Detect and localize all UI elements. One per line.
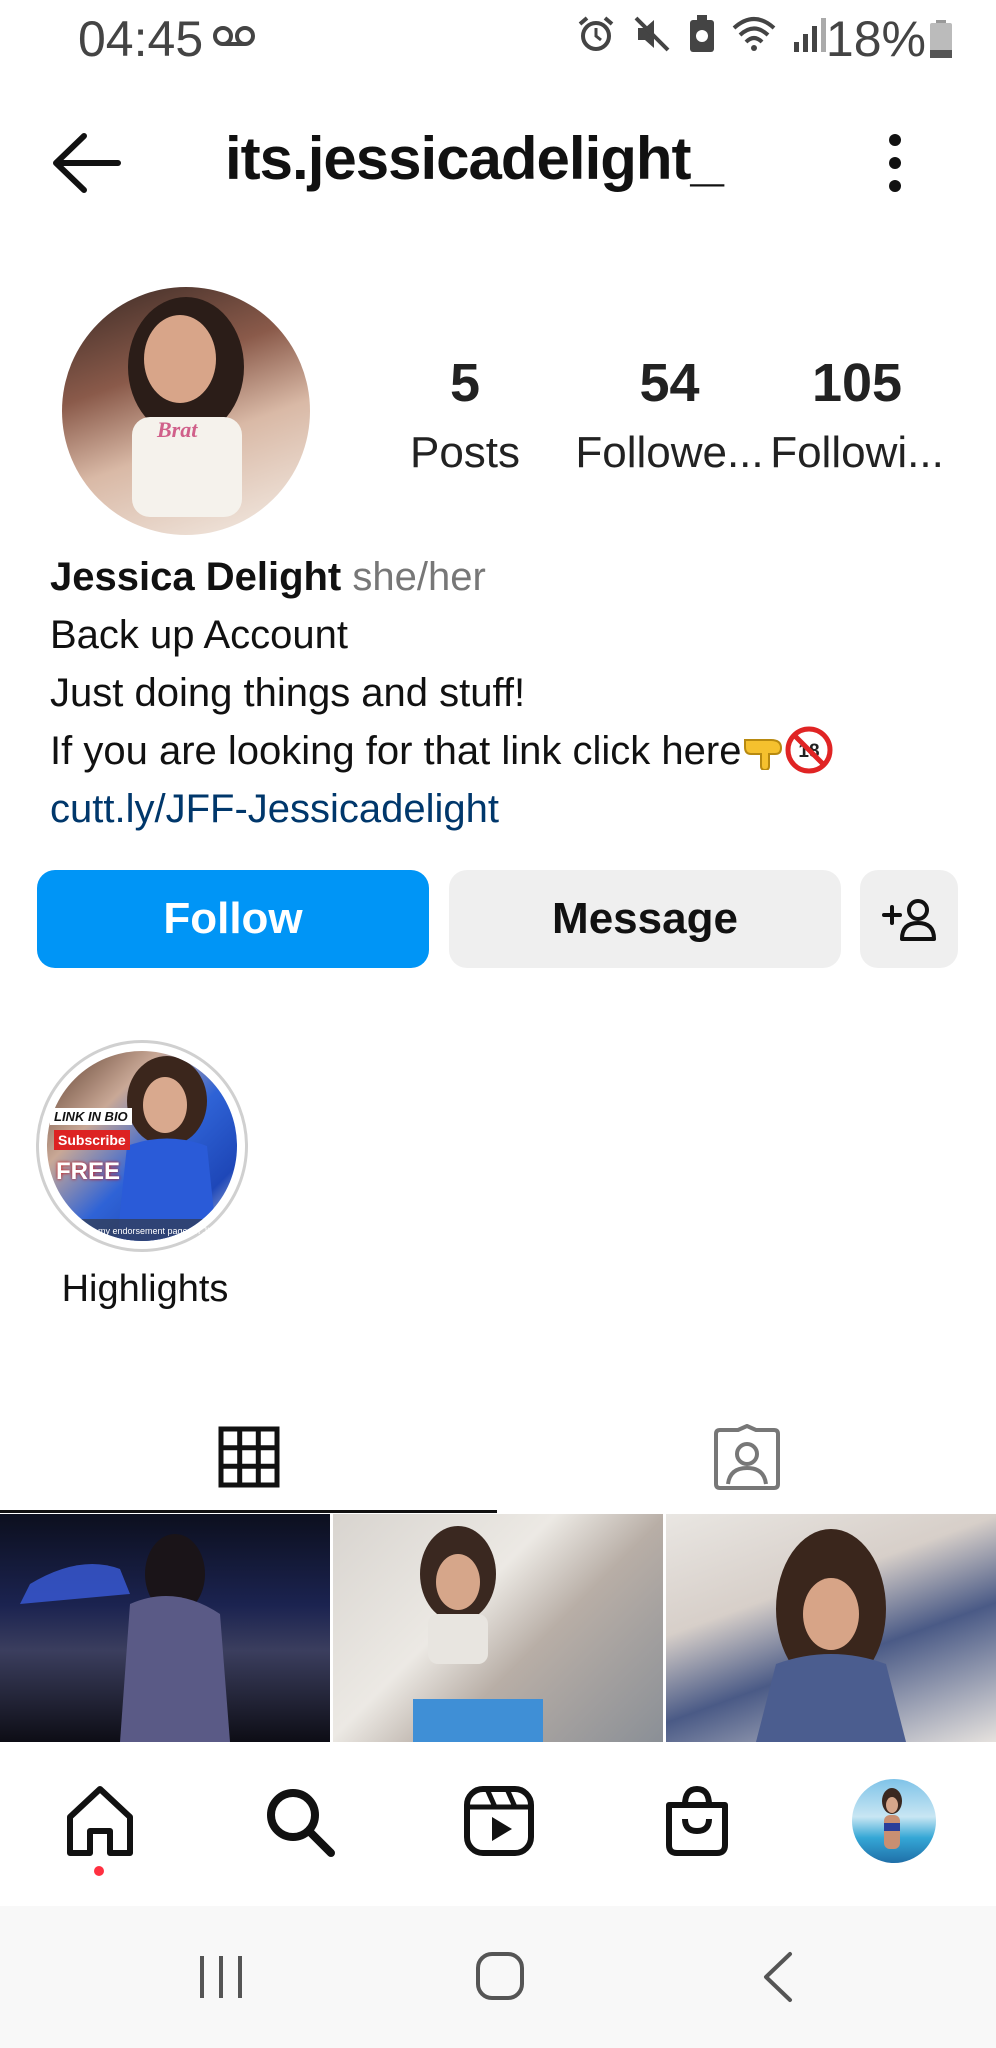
- shop-icon: [666, 1785, 728, 1856]
- more-options-icon[interactable]: [880, 132, 910, 194]
- pointing-down-hand-icon: [744, 739, 783, 770]
- avatar-photo: Brat: [128, 297, 244, 517]
- posts-count: 5: [449, 353, 481, 413]
- following-count: 105: [811, 353, 903, 413]
- suggest-people-button[interactable]: [860, 870, 958, 968]
- bio-link[interactable]: cutt.ly/JFF-Jessicadelight: [50, 780, 950, 838]
- post-photo: [413, 1526, 543, 1742]
- followers-count: 54: [639, 353, 700, 413]
- mute-icon: [634, 16, 670, 52]
- followers-label: Followe...: [575, 428, 764, 477]
- bio-line-2: Just doing things and stuff!: [50, 671, 526, 715]
- display-name: Jessica Delight: [50, 555, 342, 599]
- recent-apps-icon[interactable]: [196, 1952, 246, 2002]
- grid-icon: [218, 1426, 279, 1488]
- svg-text:Brat: Brat: [156, 417, 198, 442]
- nav-reels[interactable]: [454, 1776, 544, 1866]
- voicemail-icon: [213, 26, 255, 46]
- highlight-text-caption: to my endorsement page on JUSTFORFANS: [88, 1226, 268, 1236]
- bio: Jessica Delight she/her Back up Account …: [50, 548, 950, 838]
- nav-home[interactable]: [55, 1776, 145, 1866]
- profile-photo: [882, 1788, 902, 1849]
- highlight-text-free: FREE: [56, 1158, 121, 1185]
- back-arrow-icon[interactable]: [48, 128, 126, 198]
- following-label: Followi...: [770, 428, 944, 477]
- notification-dot: [94, 1866, 104, 1876]
- bio-header: Jessica Delight she/her: [50, 548, 950, 606]
- stat-posts[interactable]: 5 Posts: [365, 356, 565, 478]
- post-photo: [20, 1534, 230, 1742]
- stat-following[interactable]: 105 Followi...: [757, 356, 957, 478]
- profile-avatar[interactable]: Brat: [62, 287, 310, 535]
- nav-profile-avatar[interactable]: [852, 1779, 936, 1863]
- nav-search[interactable]: [254, 1776, 344, 1866]
- post-photo: [756, 1529, 906, 1742]
- stat-followers[interactable]: 54 Followe...: [562, 356, 777, 478]
- nav-shop[interactable]: [652, 1776, 742, 1866]
- highlight-text-subscribe: Subscribe: [54, 1130, 130, 1150]
- system-back-icon[interactable]: [760, 1950, 796, 2004]
- bio-line-1: Back up Account: [50, 613, 348, 657]
- battery-percent: 18%: [825, 11, 926, 67]
- wifi-icon: [732, 17, 776, 51]
- pronouns: she/her: [352, 555, 486, 599]
- no-under-18-icon: 18: [785, 726, 833, 774]
- highlight-text-link-in-bio: LINK IN BIO: [50, 1108, 132, 1125]
- search-icon: [267, 1789, 335, 1857]
- add-person-icon: [882, 899, 936, 941]
- posts-label: Posts: [409, 428, 521, 477]
- tab-tagged[interactable]: [497, 1400, 996, 1514]
- profile-username: its.jessicadelight_: [225, 125, 724, 192]
- alarm-icon: [578, 16, 614, 51]
- battery-saver-icon: [690, 15, 714, 52]
- bio-line-3: If you are looking for that link click h…: [50, 729, 742, 773]
- post-thumbnail[interactable]: [333, 1514, 663, 1742]
- post-thumbnail[interactable]: [0, 1514, 330, 1742]
- highlight-label: Highlights: [61, 1268, 229, 1310]
- system-home-icon[interactable]: [474, 1950, 526, 2002]
- message-button[interactable]: Message: [449, 870, 841, 968]
- battery-icon: [930, 20, 952, 58]
- tab-posts-grid[interactable]: [0, 1400, 497, 1514]
- active-tab-indicator: [0, 1510, 497, 1513]
- reels-icon: [464, 1786, 534, 1856]
- signal-icon: [794, 18, 826, 52]
- bio-line-3-row: If you are looking for that link click h…: [50, 722, 950, 780]
- status-time: 04:45: [78, 11, 204, 67]
- home-icon: [67, 1786, 133, 1856]
- tagged-icon: [713, 1424, 780, 1490]
- status-icons: [576, 14, 828, 54]
- follow-button[interactable]: Follow: [37, 870, 429, 968]
- post-thumbnail[interactable]: [666, 1514, 996, 1742]
